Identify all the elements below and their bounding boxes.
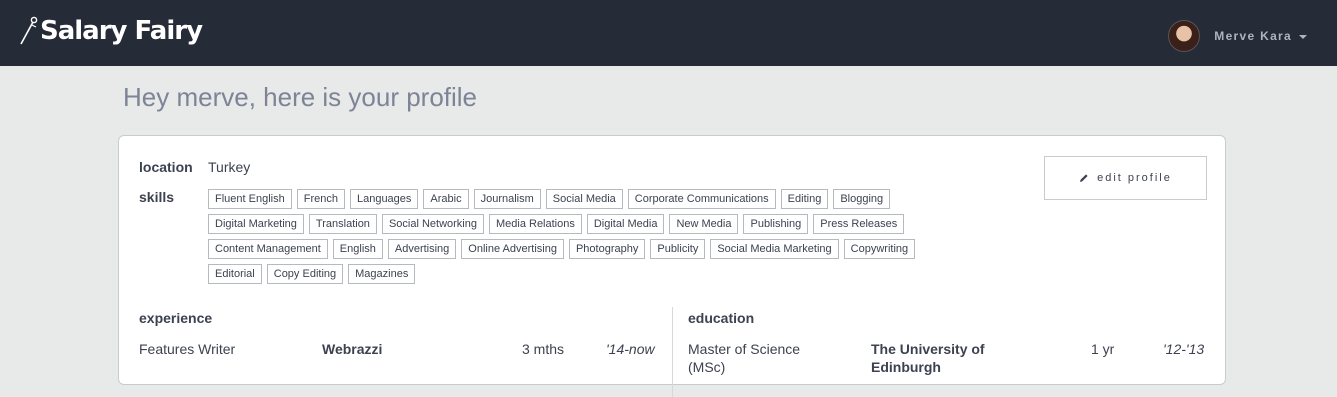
- education-period: '12-'13: [1163, 341, 1205, 357]
- pencil-icon: [1080, 174, 1088, 182]
- skill-tag[interactable]: Translation: [308, 214, 377, 234]
- skill-tag[interactable]: Magazines: [348, 264, 416, 284]
- experience-duration: 3 mths: [522, 341, 565, 357]
- skill-tag[interactable]: Editorial: [208, 264, 262, 284]
- location-label: location: [139, 159, 193, 175]
- experience-heading: experience: [139, 310, 213, 326]
- education-degree: Master of Science (MSc): [688, 341, 801, 375]
- page-title: Hey merve, here is your profile: [123, 82, 478, 112]
- skill-tag[interactable]: English: [332, 239, 383, 259]
- skill-tag[interactable]: Editing: [780, 189, 829, 209]
- edit-profile-label: edit profile: [1097, 172, 1172, 184]
- skill-tag[interactable]: Copywriting: [843, 239, 916, 259]
- skill-tag[interactable]: Press Releases: [813, 214, 905, 234]
- education-heading: education: [688, 310, 755, 326]
- user-name[interactable]: Merve Kara: [1214, 29, 1292, 43]
- logo[interactable]: Salary Fairy: [18, 14, 203, 48]
- skill-tag[interactable]: Publicity: [650, 239, 706, 259]
- skill-tag[interactable]: Photography: [568, 239, 646, 259]
- edit-profile-button[interactable]: edit profile: [1044, 156, 1207, 200]
- skill-tag[interactable]: Online Advertising: [461, 239, 564, 259]
- skill-tag[interactable]: Social Media Marketing: [710, 239, 839, 259]
- skill-tag[interactable]: Corporate Communications: [627, 189, 776, 209]
- skill-tag[interactable]: Blogging: [833, 189, 891, 209]
- top-navbar: Salary Fairy Merve Kara: [0, 0, 1337, 66]
- profile-card: location Turkey skills Fluent English Fre…: [118, 135, 1226, 397]
- skill-tag[interactable]: Advertising: [387, 239, 457, 259]
- skill-tag[interactable]: Digital Marketing: [208, 214, 304, 234]
- skill-tag[interactable]: Copy Editing: [266, 264, 344, 284]
- skill-tag[interactable]: Languages: [349, 189, 419, 209]
- skill-tag[interactable]: Digital Media: [586, 214, 665, 234]
- skill-tag[interactable]: Social Media: [545, 189, 623, 209]
- location-value: Turkey: [208, 159, 251, 175]
- experience-company[interactable]: Webrazzi: [322, 340, 382, 358]
- skill-tag[interactable]: French: [296, 189, 345, 209]
- logo-text: Salary Fairy: [40, 16, 203, 46]
- skill-tag[interactable]: Arabic: [423, 189, 469, 209]
- skill-tag[interactable]: Media Relations: [488, 214, 582, 234]
- user-menu[interactable]: Merve Kara: [1168, 20, 1307, 52]
- skill-tag[interactable]: Publishing: [743, 214, 809, 234]
- skill-tag[interactable]: New Media: [669, 214, 739, 234]
- skills-label: skills: [139, 189, 175, 205]
- skill-tag[interactable]: Social Networking: [381, 214, 484, 234]
- education-school[interactable]: The University of Edinburgh: [871, 340, 1011, 376]
- avatar[interactable]: [1168, 20, 1201, 52]
- experience-period: '14-now: [606, 341, 655, 357]
- skill-tag[interactable]: Journalism: [473, 189, 541, 209]
- skill-tag[interactable]: Content Management: [208, 239, 328, 259]
- education-duration: 1 yr: [1091, 341, 1115, 357]
- skills-list: Fluent English French Languages Arabic Journ…: [208, 189, 928, 289]
- wand-icon: [20, 16, 38, 45]
- column-divider: [672, 307, 673, 397]
- chevron-down-icon[interactable]: [1299, 35, 1307, 39]
- experience-title: Features Writer: [139, 341, 236, 357]
- skill-tag[interactable]: Fluent English: [208, 189, 292, 209]
